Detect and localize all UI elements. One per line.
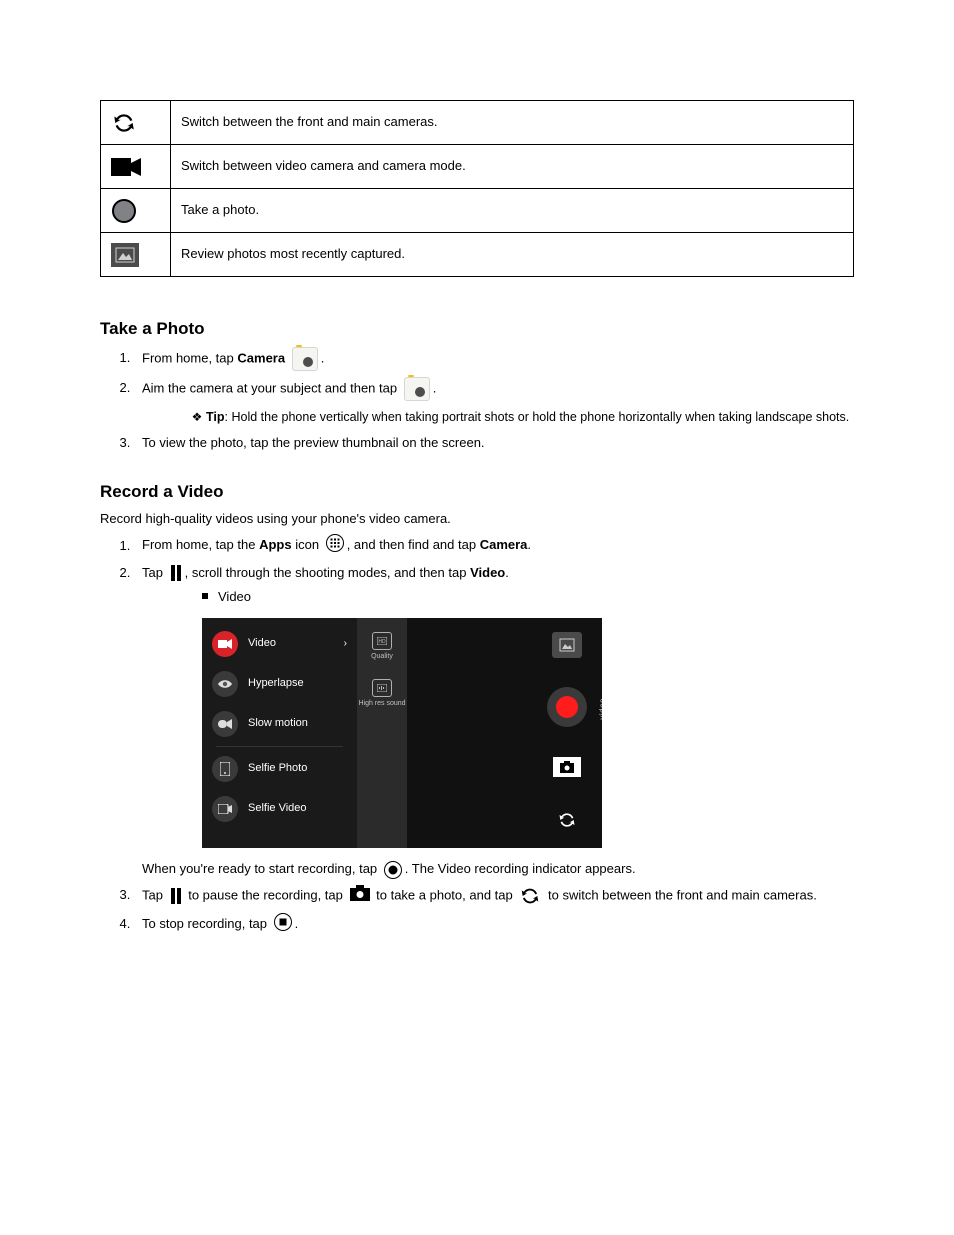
switch-camera-icon (519, 885, 541, 907)
record-video-intro: Record high-quality videos using your ph… (100, 510, 854, 528)
tip-bullet-icon: ❖ (188, 409, 206, 425)
record-video-steps: From home, tap the Apps icon , and then … (134, 534, 854, 935)
chevron-right-icon: › (344, 637, 347, 651)
record-video-heading: Record a Video (100, 480, 854, 504)
take-photo-step2: Aim the camera at your subject and then … (134, 377, 854, 427)
mode-list: Video › Hyperlapse Slow motion (202, 618, 357, 848)
gallery-preview-icon (111, 243, 139, 267)
switch-camera-desc: Switch between the front and main camera… (171, 101, 854, 145)
mode-item-video[interactable]: Video › (202, 624, 357, 664)
gallery-thumbnail-button[interactable] (552, 632, 582, 658)
shutter-icon (111, 198, 137, 224)
apps-grid-icon (326, 534, 344, 557)
video-mode-icon-cell (101, 145, 171, 189)
take-photo-step1: From home, tap Camera . (134, 347, 854, 371)
snapshot-icon (350, 885, 370, 906)
gallery-icon-cell (101, 233, 171, 277)
camera-app-icon (404, 377, 430, 401)
rec-step4: To stop recording, tap . (134, 913, 854, 936)
stop-icon (274, 913, 292, 936)
svg-text:HD: HD (378, 639, 386, 645)
record-icon (384, 861, 402, 879)
gallery-desc: Review photos most recently captured. (171, 233, 854, 277)
mode-item-selfie-photo[interactable]: Selfie Photo (202, 749, 357, 789)
option-hires-sound[interactable]: High res sound (358, 679, 405, 708)
rec-step3: Tap to pause the recording, tap to take … (134, 885, 854, 907)
ready-to-record-line: When you're ready to start recording, ta… (142, 860, 854, 879)
vertical-mode-label: video (597, 698, 602, 720)
rec-step2: Tap , scroll through the shooting modes,… (134, 564, 854, 879)
switch-camera-icon-cell (101, 101, 171, 145)
take-photo-heading: Take a Photo (100, 317, 854, 341)
mode-item-slowmo[interactable]: Slow motion (202, 704, 357, 744)
camera-app-screenshot: Video › Hyperlapse Slow motion (202, 618, 602, 848)
shutter-desc: Take a photo. (171, 189, 854, 233)
mode-item-selfie-video[interactable]: Selfie Video (202, 789, 357, 829)
switch-camera-icon (111, 110, 137, 136)
video-mode-desc: Switch between video camera and camera m… (171, 145, 854, 189)
tip-row: ❖ Tip: Hold the phone vertically when ta… (188, 409, 854, 427)
rec-step1: From home, tap the Apps icon , and then … (134, 534, 854, 557)
pause-icon (170, 888, 182, 904)
sub-bullet-video: Video (202, 588, 854, 606)
take-photo-step3: To view the photo, tap the preview thumb… (134, 434, 854, 452)
snapshot-button[interactable] (553, 757, 581, 777)
record-button[interactable] (547, 687, 587, 727)
take-photo-steps: From home, tap Camera . Aim the camera a… (134, 347, 854, 453)
switch-camera-button[interactable] (553, 806, 581, 834)
mode-item-hyperlapse[interactable]: Hyperlapse (202, 664, 357, 704)
video-camera-icon (111, 156, 141, 178)
camera-app-icon (292, 347, 318, 371)
mode-pause-icon (170, 565, 182, 581)
mode-options-column: HD Quality High res sound (357, 618, 407, 848)
icon-description-table: Switch between the front and main camera… (100, 100, 854, 277)
shutter-icon-cell (101, 189, 171, 233)
option-quality[interactable]: HD Quality (371, 632, 393, 661)
